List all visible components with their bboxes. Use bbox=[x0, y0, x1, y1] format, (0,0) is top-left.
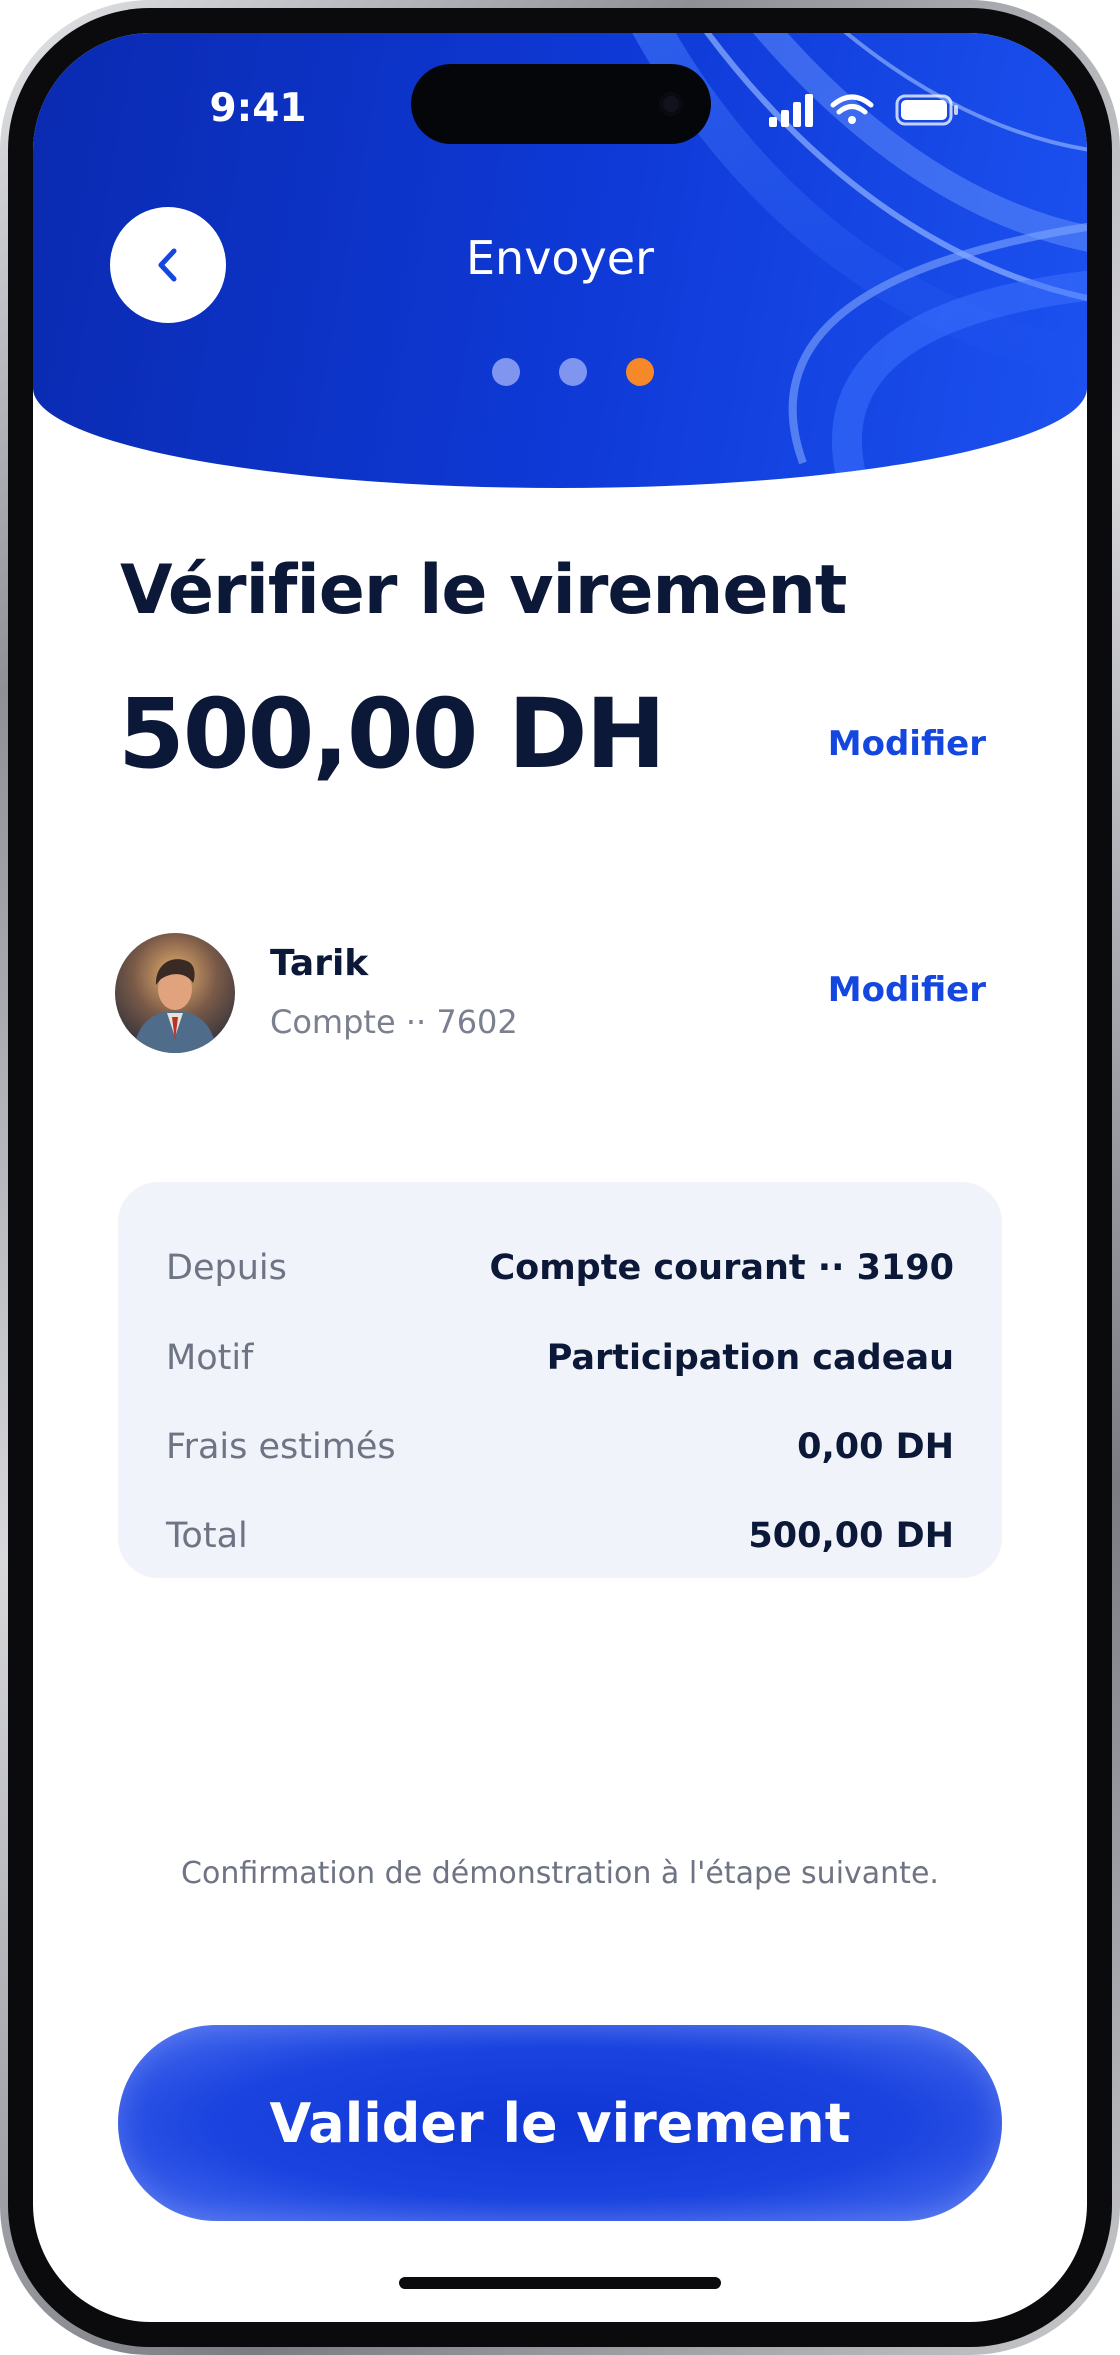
summary-row-reason: Motif Participation cadeau bbox=[118, 1338, 1002, 1398]
summary-row-from: Depuis Compte courant ·· 3190 bbox=[118, 1248, 1002, 1308]
page-title: Envoyer bbox=[465, 231, 655, 285]
summary-value: 0,00 DH bbox=[797, 1427, 954, 1467]
summary-row-fees: Frais estimés 0,00 DH bbox=[118, 1427, 1002, 1487]
summary-row-total: Total 500,00 DH bbox=[118, 1516, 1002, 1576]
confirm-transfer-button[interactable]: Valider le virement bbox=[118, 2025, 1002, 2221]
transfer-amount: 500,00 DH bbox=[118, 678, 666, 790]
wifi-icon bbox=[830, 94, 874, 124]
camera-icon bbox=[659, 92, 683, 116]
back-button[interactable] bbox=[110, 207, 226, 323]
edit-amount-link[interactable]: Modifier bbox=[786, 724, 986, 764]
summary-label: Frais estimés bbox=[166, 1427, 396, 1467]
summary-card: Depuis Compte courant ·· 3190 Motif Part… bbox=[118, 1182, 1002, 1578]
home-indicator[interactable] bbox=[399, 2277, 721, 2289]
battery-icon bbox=[895, 94, 958, 126]
screen: 9:41 Envoyer Vérifier le virement 500,00… bbox=[33, 33, 1087, 2322]
status-time: 9:41 bbox=[209, 86, 307, 131]
chevron-left-icon bbox=[158, 248, 177, 282]
phone-frame: 9:41 Envoyer Vérifier le virement 500,00… bbox=[0, 0, 1120, 2355]
summary-label: Motif bbox=[166, 1338, 254, 1378]
status-icons bbox=[769, 94, 958, 127]
recipient-name: Tarik bbox=[270, 943, 369, 984]
signal-icon bbox=[769, 94, 813, 127]
summary-value: Compte courant ·· 3190 bbox=[489, 1248, 954, 1288]
dynamic-island bbox=[411, 64, 711, 144]
recipient-account: Compte ·· 7602 bbox=[270, 1003, 518, 1041]
step-dot-2 bbox=[559, 358, 587, 386]
step-dot-1 bbox=[492, 358, 520, 386]
summary-value: Participation cadeau bbox=[546, 1338, 954, 1378]
avatar bbox=[115, 933, 235, 1053]
step-indicator bbox=[460, 358, 660, 388]
step-dot-3 bbox=[626, 358, 654, 386]
edit-recipient-link[interactable]: Modifier bbox=[786, 970, 986, 1010]
summary-label: Depuis bbox=[166, 1248, 287, 1288]
confirmation-note: Confirmation de démonstration à l'étape … bbox=[181, 1856, 939, 1891]
recipient-avatar-image bbox=[115, 933, 235, 1053]
header: 9:41 Envoyer bbox=[33, 33, 1087, 488]
review-title: Vérifier le virement bbox=[120, 551, 847, 630]
summary-label: Total bbox=[166, 1516, 248, 1556]
summary-value: 500,00 DH bbox=[748, 1516, 954, 1556]
